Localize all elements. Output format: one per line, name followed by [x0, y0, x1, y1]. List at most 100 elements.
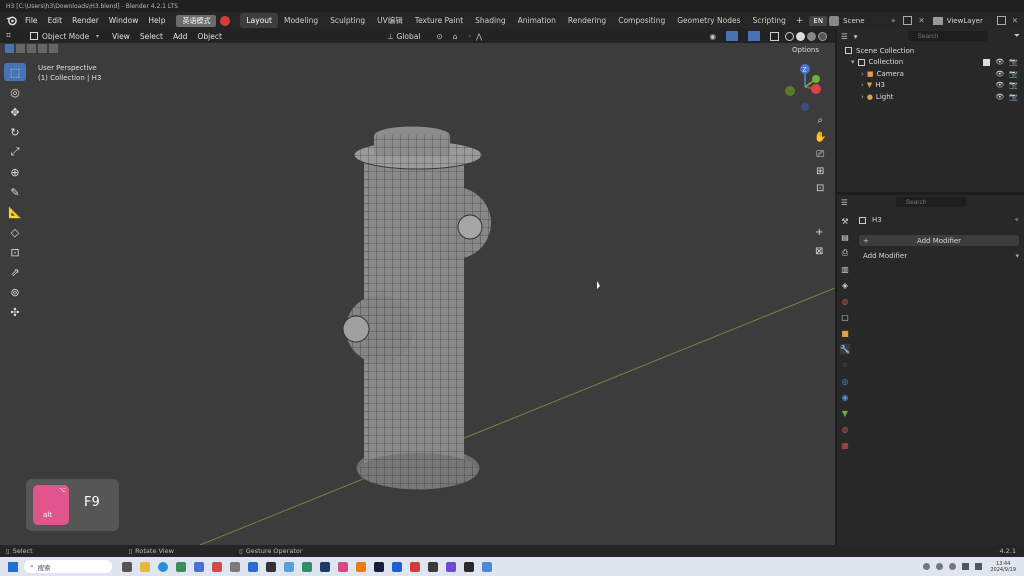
pivot-icon[interactable]: ⊙	[436, 32, 442, 41]
render-tab-icon[interactable]: ▤	[840, 232, 850, 242]
add-view-icon[interactable]: +	[815, 227, 823, 238]
rendered-shading-icon[interactable]	[818, 31, 827, 41]
snap-icon[interactable]: ⌂	[453, 32, 458, 41]
tab-shading[interactable]: Shading	[469, 13, 511, 28]
view-layer-tab-icon[interactable]: ▥	[840, 264, 850, 274]
ortho-toggle-icon[interactable]: ⊞	[816, 166, 824, 177]
app-icon[interactable]	[284, 561, 294, 572]
3d-viewport[interactable]: User Perspective (1) Collection | H3 Z ⌕…	[0, 43, 835, 545]
wireframe-shading-icon[interactable]	[785, 31, 794, 41]
viewport-menu-view[interactable]: View	[107, 28, 135, 45]
pin-icon[interactable]: ⌖	[891, 16, 895, 26]
frame-view-icon[interactable]: ⊠	[815, 246, 823, 257]
scene-selector[interactable]: Scene	[843, 17, 887, 25]
properties-search-input[interactable]	[895, 197, 966, 207]
tab-sculpting[interactable]: Sculpting	[324, 13, 371, 28]
tray-icon[interactable]	[923, 563, 931, 570]
collection-tab-icon[interactable]: ▢	[840, 312, 850, 322]
texture-tab-icon[interactable]: ▦	[840, 440, 850, 450]
blender-logo-icon[interactable]	[4, 15, 18, 27]
tool-tab-icon[interactable]: ⚒	[840, 216, 850, 226]
explorer-app-icon[interactable]	[140, 561, 150, 572]
editor-type-icon[interactable]: ⌗	[6, 31, 20, 41]
overlay-toggle-icon[interactable]	[748, 31, 760, 41]
volume-icon[interactable]	[975, 563, 983, 570]
outliner-item-light[interactable]: › ● Light 👁 📷	[845, 91, 1024, 103]
app-icon[interactable]	[482, 561, 492, 572]
tab-modeling[interactable]: Modeling	[278, 13, 324, 28]
transform-tool[interactable]: ⊕	[4, 163, 26, 181]
constraints-tab-icon[interactable]: ◉	[840, 392, 850, 402]
tray-icon[interactable]	[949, 563, 957, 570]
select-box-tool[interactable]: ⬚	[4, 63, 26, 81]
tab-texture-paint[interactable]: Texture Paint	[409, 13, 469, 28]
physics-tab-icon[interactable]: ◎	[840, 376, 850, 386]
pin-icon[interactable]: ⌖	[1015, 215, 1019, 225]
task-view-icon[interactable]	[122, 561, 132, 572]
eye-icon[interactable]: 👁	[995, 70, 1004, 78]
app-icon[interactable]	[176, 561, 186, 572]
delete-scene-icon[interactable]: ✕	[918, 16, 924, 25]
app-icon[interactable]	[446, 561, 456, 572]
chevron-right-icon[interactable]: ›	[861, 81, 864, 89]
chevron-right-icon[interactable]: ›	[861, 93, 864, 101]
wifi-icon[interactable]	[962, 563, 970, 570]
modifier-tab-icon[interactable]: 🔧	[840, 344, 850, 354]
viewport-menu-select[interactable]: Select	[135, 28, 168, 45]
viewlayer-selector[interactable]: ViewLayer	[947, 17, 993, 25]
output-tab-icon[interactable]: ⎙	[840, 248, 850, 258]
measure-tool[interactable]: 📐	[4, 203, 26, 221]
filter-icon[interactable]: ⏷	[1014, 31, 1020, 41]
falloff-icon[interactable]: ⋀	[476, 32, 482, 41]
add-modifier-menu[interactable]: Add Modifier ▾	[859, 250, 1019, 261]
rotate-tool[interactable]: ↻	[4, 123, 26, 141]
lock-view-icon[interactable]: ⊡	[816, 183, 824, 194]
menu-help[interactable]: Help	[143, 12, 170, 29]
camera-render-icon[interactable]: 📷	[1009, 93, 1018, 101]
select-extend-icon[interactable]	[16, 44, 25, 53]
taskbar-clock[interactable]: 13:44 2024/9/19	[990, 561, 1016, 573]
scale-tool[interactable]: ⤢	[4, 143, 26, 161]
edge-app-icon[interactable]	[158, 561, 168, 572]
eye-icon[interactable]: 👁	[995, 93, 1004, 101]
outliner-search-input[interactable]	[907, 31, 988, 41]
add-workspace-button[interactable]: +	[796, 16, 804, 26]
viewport-menu-object[interactable]: Object	[193, 28, 227, 45]
app-icon[interactable]	[212, 561, 222, 572]
data-tab-icon[interactable]: ▼	[840, 408, 850, 418]
pan-hand-icon[interactable]: ✋	[814, 132, 826, 143]
app-icon[interactable]	[302, 561, 312, 572]
menu-window[interactable]: Window	[104, 12, 144, 29]
material-shading-icon[interactable]	[807, 31, 816, 41]
app-icon[interactable]	[320, 561, 330, 572]
extrude-tool[interactable]: ⇗	[4, 263, 26, 281]
select-subtract-icon[interactable]	[27, 44, 36, 53]
zoom-icon[interactable]: ⌕	[817, 115, 823, 126]
camera-render-icon[interactable]: 📷	[1009, 70, 1018, 78]
gizmo-toggle-icon[interactable]	[726, 31, 738, 41]
mode-selector[interactable]: Object Mode	[42, 32, 96, 41]
app-icon[interactable]	[464, 561, 474, 572]
navigation-gizmo[interactable]: Z	[782, 63, 828, 111]
app-icon[interactable]	[410, 561, 420, 572]
add-modifier-button[interactable]: + Add Modifier	[859, 235, 1019, 246]
tab-compositing[interactable]: Compositing	[612, 13, 671, 28]
tray-icon[interactable]	[936, 563, 944, 570]
cursor-tool[interactable]: ◎	[4, 83, 26, 101]
move-snap-tool[interactable]: ✣	[4, 303, 26, 321]
scene-tab-icon[interactable]: ◈	[840, 280, 850, 290]
checkbox-icon[interactable]	[983, 58, 991, 66]
menu-render[interactable]: Render	[67, 12, 104, 29]
tab-scripting[interactable]: Scripting	[746, 13, 791, 28]
tab-animation[interactable]: Animation	[512, 13, 562, 28]
menu-file[interactable]: File	[20, 12, 43, 29]
world-tab-icon[interactable]: ◍	[840, 296, 850, 306]
annotate-tool[interactable]: ✎	[4, 183, 26, 201]
properties-editor-icon[interactable]: ☰	[841, 198, 848, 207]
eye-icon[interactable]: 👁	[995, 81, 1004, 89]
new-scene-icon[interactable]	[903, 16, 913, 25]
xray-icon[interactable]	[770, 31, 779, 41]
app-icon[interactable]	[338, 561, 348, 572]
eye-icon[interactable]: 👁	[995, 58, 1004, 66]
taskbar-search[interactable]: ⌕ 搜索	[24, 560, 112, 573]
